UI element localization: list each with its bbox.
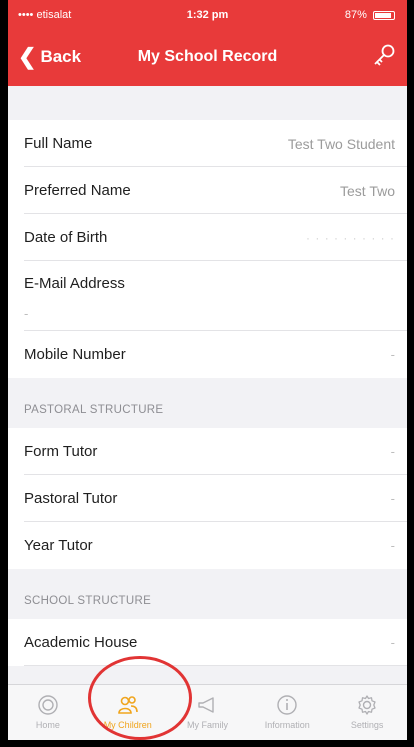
pastoral-group: Form Tutor - Pastoral Tutor - Year Tutor… xyxy=(8,428,407,569)
tab-settings[interactable]: Settings xyxy=(327,685,407,740)
megaphone-icon xyxy=(198,697,215,713)
mobile-label: Mobile Number xyxy=(24,346,126,363)
tab-home[interactable]: Home xyxy=(8,685,88,740)
email-value: - xyxy=(24,306,29,321)
phone-screen: •••• etisalat 1:32 pm 87% ❮ Back My Scho… xyxy=(8,0,407,740)
battery-percent: 87% xyxy=(344,9,367,21)
pastoral-tutor-row: Pastoral Tutor - xyxy=(8,475,407,522)
full-name-row: Full Name Test Two Student xyxy=(8,120,407,167)
school-group: Academic House - xyxy=(8,619,407,666)
email-label: E-Mail Address xyxy=(24,275,125,292)
dob-label: Date of Birth xyxy=(24,229,108,246)
email-row: E-Mail Address - xyxy=(8,261,407,331)
tab-home-label: Home xyxy=(35,720,60,730)
mobile-value: - xyxy=(390,347,395,362)
pastoral-section-header: PASTORAL STRUCTURE xyxy=(8,378,407,428)
tab-my-family-label: My Family xyxy=(186,720,228,730)
mobile-row: Mobile Number - xyxy=(8,331,407,378)
top-spacer xyxy=(8,86,407,120)
status-bar: •••• etisalat 1:32 pm 87% xyxy=(8,0,407,30)
battery-icon xyxy=(373,10,395,20)
preferred-name-label: Preferred Name xyxy=(24,182,131,199)
form-tutor-label: Form Tutor xyxy=(24,443,98,460)
dob-value: · · · · · · · · · · xyxy=(306,230,395,245)
pastoral-tutor-value: - xyxy=(390,491,395,506)
preferred-name-row: Preferred Name Test Two xyxy=(8,167,407,214)
school-section-header: SCHOOL STRUCTURE xyxy=(8,569,407,619)
academic-house-row: Academic House - xyxy=(8,619,407,666)
battery-indicator: 87% xyxy=(345,9,395,21)
page-title: My School Record xyxy=(137,48,278,65)
tab-my-children[interactable]: My Children xyxy=(88,685,168,740)
personal-group: Full Name Test Two Student Preferred Nam… xyxy=(8,120,407,378)
key-icon[interactable] xyxy=(371,42,397,68)
full-name-label: Full Name xyxy=(24,135,93,152)
tab-settings-label: Settings xyxy=(350,720,384,730)
tab-my-family[interactable]: My Family xyxy=(168,685,248,740)
pastoral-tutor-label: Pastoral Tutor xyxy=(24,490,118,507)
children-icon xyxy=(117,696,138,714)
info-icon xyxy=(277,695,297,715)
home-icon xyxy=(38,695,58,715)
preferred-name-value: Test Two xyxy=(340,182,395,199)
year-tutor-label: Year Tutor xyxy=(24,537,93,554)
academic-house-value: - xyxy=(390,635,395,650)
dob-row: Date of Birth · · · · · · · · · · xyxy=(8,214,407,261)
academic-house-label: Academic House xyxy=(24,634,138,651)
tab-bar: Home My Children My Family Information S… xyxy=(8,684,407,740)
tab-information-label: Information xyxy=(264,720,310,730)
tab-information[interactable]: Information xyxy=(247,685,327,740)
year-tutor-value: - xyxy=(390,538,395,553)
nav-bar: ❮ Back My School Record xyxy=(8,30,407,86)
year-tutor-row: Year Tutor - xyxy=(8,522,407,569)
form-tutor-value: - xyxy=(390,444,395,459)
full-name-value: Test Two Student xyxy=(287,135,395,152)
record-content: Full Name Test Two Student Preferred Nam… xyxy=(8,86,407,666)
gear-icon xyxy=(358,695,376,715)
form-tutor-row: Form Tutor - xyxy=(8,428,407,475)
tab-my-children-label: My Children xyxy=(103,720,152,730)
